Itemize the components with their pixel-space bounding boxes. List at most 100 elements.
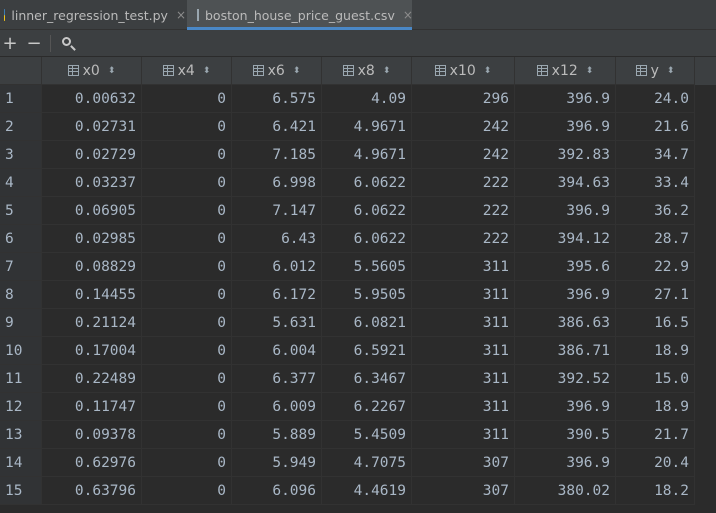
table-cell[interactable]: 0 <box>142 113 232 141</box>
search-button[interactable] <box>58 30 78 57</box>
table-cell[interactable]: 0 <box>142 477 232 505</box>
row-number[interactable]: 4 <box>0 169 42 197</box>
table-cell[interactable]: 311 <box>412 309 515 337</box>
table-cell[interactable]: 4.7075 <box>322 449 412 477</box>
table-cell[interactable]: 5.889 <box>232 421 322 449</box>
table-cell[interactable]: 307 <box>412 477 515 505</box>
row-number[interactable]: 13 <box>0 421 42 449</box>
table-cell[interactable]: 4.9671 <box>322 113 412 141</box>
table-cell[interactable]: 5.4509 <box>322 421 412 449</box>
tab-boston-house-price-guest[interactable]: boston_house_price_guest.csv × <box>187 0 413 30</box>
row-number[interactable]: 7 <box>0 253 42 281</box>
table-cell[interactable]: 4.9671 <box>322 141 412 169</box>
table-cell[interactable]: 0.03237 <box>42 169 142 197</box>
table-cell[interactable]: 396.9 <box>515 85 616 113</box>
table-cell[interactable]: 396.9 <box>515 449 616 477</box>
table-cell[interactable]: 15.0 <box>616 365 695 393</box>
table-cell[interactable]: 0 <box>142 169 232 197</box>
remove-row-button[interactable]: − <box>24 30 44 57</box>
table-cell[interactable]: 0.21124 <box>42 309 142 337</box>
table-cell[interactable]: 396.9 <box>515 113 616 141</box>
sort-icon[interactable]: ⬍ <box>667 66 675 76</box>
column-header-x4[interactable]: x4 ⬍ <box>142 57 232 85</box>
table-cell[interactable]: 22.9 <box>616 253 695 281</box>
row-number[interactable]: 9 <box>0 309 42 337</box>
table-cell[interactable]: 27.1 <box>616 281 695 309</box>
table-cell[interactable]: 33.4 <box>616 169 695 197</box>
table-cell[interactable]: 222 <box>412 169 515 197</box>
table-cell[interactable]: 18.9 <box>616 337 695 365</box>
table-cell[interactable]: 392.52 <box>515 365 616 393</box>
sort-icon[interactable]: ⬍ <box>293 66 301 76</box>
table-cell[interactable]: 6.004 <box>232 337 322 365</box>
table-cell[interactable]: 222 <box>412 197 515 225</box>
table-cell[interactable]: 394.63 <box>515 169 616 197</box>
table-cell[interactable]: 296 <box>412 85 515 113</box>
row-number[interactable]: 12 <box>0 393 42 421</box>
table-cell[interactable]: 7.185 <box>232 141 322 169</box>
table-cell[interactable]: 0.02731 <box>42 113 142 141</box>
table-cell[interactable]: 21.6 <box>616 113 695 141</box>
row-number[interactable]: 15 <box>0 477 42 505</box>
sort-icon[interactable]: ⬍ <box>108 66 116 76</box>
table-cell[interactable]: 6.0622 <box>322 225 412 253</box>
table-cell[interactable]: 0 <box>142 281 232 309</box>
table-cell[interactable]: 396.9 <box>515 393 616 421</box>
table-cell[interactable]: 0.02729 <box>42 141 142 169</box>
table-cell[interactable]: 311 <box>412 421 515 449</box>
table-cell[interactable]: 6.2267 <box>322 393 412 421</box>
table-cell[interactable]: 386.63 <box>515 309 616 337</box>
column-header-x12[interactable]: x12 ⬍ <box>515 57 616 85</box>
column-header-x8[interactable]: x8 ⬍ <box>322 57 412 85</box>
table-cell[interactable]: 7.147 <box>232 197 322 225</box>
table-cell[interactable]: 0 <box>142 85 232 113</box>
table-cell[interactable]: 36.2 <box>616 197 695 225</box>
table-cell[interactable]: 0.63796 <box>42 477 142 505</box>
table-cell[interactable]: 242 <box>412 113 515 141</box>
column-header-y[interactable]: y ⬍ <box>616 57 695 85</box>
table-cell[interactable]: 0.62976 <box>42 449 142 477</box>
table-cell[interactable]: 24.0 <box>616 85 695 113</box>
sort-icon[interactable]: ⬍ <box>383 66 391 76</box>
sort-icon[interactable]: ⬍ <box>203 66 211 76</box>
close-icon[interactable]: × <box>403 8 413 22</box>
table-cell[interactable]: 0.02985 <box>42 225 142 253</box>
row-number[interactable]: 2 <box>0 113 42 141</box>
table-cell[interactable]: 0.14455 <box>42 281 142 309</box>
table-cell[interactable]: 6.172 <box>232 281 322 309</box>
table-cell[interactable]: 6.575 <box>232 85 322 113</box>
table-cell[interactable]: 6.0821 <box>322 309 412 337</box>
add-row-button[interactable]: + <box>0 30 20 57</box>
table-cell[interactable]: 5.949 <box>232 449 322 477</box>
table-cell[interactable]: 0.08829 <box>42 253 142 281</box>
row-number[interactable]: 8 <box>0 281 42 309</box>
table-cell[interactable]: 6.421 <box>232 113 322 141</box>
table-cell[interactable]: 6.096 <box>232 477 322 505</box>
table-cell[interactable]: 0 <box>142 421 232 449</box>
table-cell[interactable]: 28.7 <box>616 225 695 253</box>
table-cell[interactable]: 0 <box>142 141 232 169</box>
table-cell[interactable]: 311 <box>412 393 515 421</box>
table-cell[interactable]: 394.12 <box>515 225 616 253</box>
table-cell[interactable]: 390.5 <box>515 421 616 449</box>
table-cell[interactable]: 0 <box>142 449 232 477</box>
table-cell[interactable]: 311 <box>412 365 515 393</box>
table-cell[interactable]: 18.2 <box>616 477 695 505</box>
table-cell[interactable]: 0 <box>142 197 232 225</box>
row-number[interactable]: 5 <box>0 197 42 225</box>
table-cell[interactable]: 18.9 <box>616 393 695 421</box>
table-cell[interactable]: 5.631 <box>232 309 322 337</box>
close-icon[interactable]: × <box>176 8 186 22</box>
table-cell[interactable]: 4.09 <box>322 85 412 113</box>
table-cell[interactable]: 0 <box>142 225 232 253</box>
table-cell[interactable]: 242 <box>412 141 515 169</box>
row-number[interactable]: 6 <box>0 225 42 253</box>
table-cell[interactable]: 396.9 <box>515 281 616 309</box>
table-cell[interactable]: 0.17004 <box>42 337 142 365</box>
table-cell[interactable]: 0 <box>142 309 232 337</box>
table-cell[interactable]: 311 <box>412 253 515 281</box>
table-cell[interactable]: 4.4619 <box>322 477 412 505</box>
table-cell[interactable]: 20.4 <box>616 449 695 477</box>
table-cell[interactable]: 6.43 <box>232 225 322 253</box>
table-cell[interactable]: 5.5605 <box>322 253 412 281</box>
